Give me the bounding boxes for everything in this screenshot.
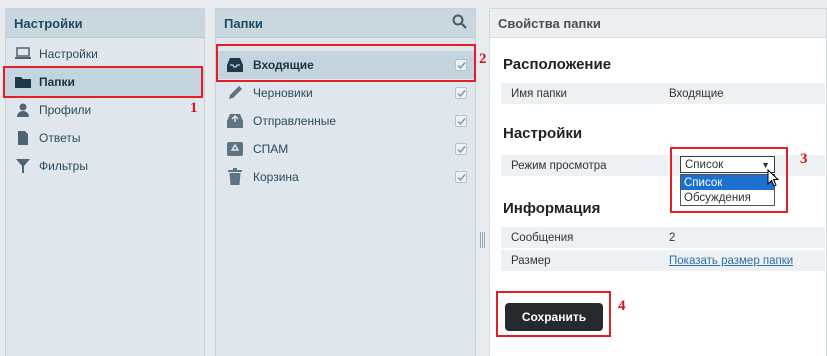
messages-value: 2 (669, 231, 676, 244)
size-label: Размер (511, 254, 551, 267)
annotation-number-1: 1 (190, 100, 198, 116)
view-mode-label: Режим просмотра (511, 159, 607, 172)
location-heading: Расположение (503, 56, 612, 73)
info-heading: Информация (503, 200, 601, 217)
folders-panel-header: Папки (216, 9, 475, 38)
folder-item-sent[interactable]: Отправленные (216, 107, 475, 135)
panel-splitter-handle[interactable] (480, 232, 485, 248)
folder-name-row: Имя папки Входящие (501, 83, 825, 104)
folder-visible-checkbox[interactable] (455, 143, 467, 155)
folder-label: Корзина (253, 170, 299, 184)
pencil-icon (226, 84, 244, 102)
folder-item-drafts[interactable]: Черновики (216, 79, 475, 107)
annotation-box-1 (3, 66, 203, 98)
folder-label: Черновики (253, 86, 313, 100)
folder-label: СПАМ (253, 142, 289, 156)
folder-name-value: Входящие (669, 87, 724, 100)
settings-nav: Настройки Папки Профили Ответы Фильтры (6, 40, 204, 180)
nav-item-profiles[interactable]: Профили (6, 96, 204, 124)
nav-item-label: Ответы (39, 131, 81, 145)
annotation-box-2 (216, 44, 476, 82)
folder-visible-checkbox[interactable] (455, 87, 467, 99)
messages-label: Сообщения (511, 231, 574, 244)
folder-label: Отправленные (253, 114, 337, 128)
show-folder-size-link[interactable]: Показать размер папки (669, 255, 825, 267)
outbox-icon (226, 112, 244, 130)
annotation-number-2: 2 (479, 51, 487, 67)
annotation-number-4: 4 (618, 298, 626, 314)
filter-icon (14, 157, 32, 175)
folder-item-trash[interactable]: Корзина (216, 163, 475, 191)
nav-item-settings[interactable]: Настройки (6, 40, 204, 68)
folder-visible-checkbox[interactable] (455, 115, 467, 127)
folder-name-label: Имя папки (511, 87, 567, 100)
document-icon (14, 129, 32, 147)
nav-item-label: Профили (39, 103, 92, 117)
folder-item-spam[interactable]: СПАМ (216, 135, 475, 163)
folder-visible-checkbox[interactable] (455, 171, 467, 183)
nav-item-filters[interactable]: Фильтры (6, 152, 204, 180)
messages-row: Сообщения 2 (501, 227, 825, 248)
annotation-box-4 (496, 291, 611, 337)
folders-panel-title: Папки (224, 15, 263, 31)
laptop-icon (14, 45, 32, 63)
annotation-number-3: 3 (800, 151, 808, 167)
settings-heading: Настройки (503, 125, 583, 142)
trash-icon (226, 168, 244, 186)
recycle-icon (226, 140, 244, 158)
settings-panel: Настройки Настройки Папки Профили Ответы (5, 8, 205, 356)
settings-panel-header: Настройки (6, 9, 204, 38)
nav-item-label: Фильтры (39, 159, 88, 173)
properties-panel-header: Свойства папки (490, 9, 826, 38)
user-icon (14, 101, 32, 119)
annotation-box-3 (670, 147, 788, 213)
search-icon[interactable] (452, 14, 467, 32)
size-row: Размер Показать размер папки (501, 250, 825, 271)
settings-panel-title: Настройки (14, 15, 83, 31)
nav-item-label: Настройки (39, 47, 98, 61)
properties-panel-title: Свойства папки (498, 15, 601, 31)
nav-item-replies[interactable]: Ответы (6, 124, 204, 152)
